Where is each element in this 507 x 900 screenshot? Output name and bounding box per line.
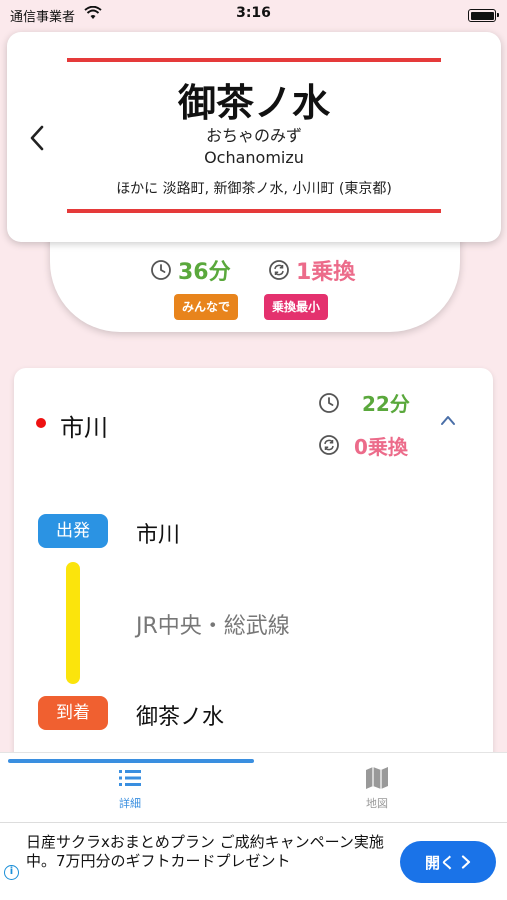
chevron-right-icon bbox=[461, 855, 471, 869]
tab-details[interactable]: 詳細 bbox=[70, 765, 190, 811]
origin-station: 市川 bbox=[60, 414, 108, 442]
list-icon bbox=[119, 770, 141, 786]
route-duration: 22分 bbox=[362, 392, 410, 416]
summary-transfer-count: 1乗換 bbox=[296, 260, 356, 285]
tab-details-label: 詳細 bbox=[119, 797, 141, 810]
transfer-icon bbox=[319, 435, 339, 455]
status-bar: 通信事業者 3:16 bbox=[0, 0, 507, 30]
arrive-tag: 到着 bbox=[38, 696, 108, 730]
summary-duration: 36分 bbox=[178, 260, 231, 285]
arrive-station: 御茶ノ水 bbox=[136, 705, 225, 730]
ad-text: 日産サクラxおまとめプラン ご成約キャンペーン実施中。7万円分のギフトカードプレ… bbox=[26, 833, 384, 870]
battery-icon bbox=[468, 9, 499, 22]
chevron-up-icon[interactable] bbox=[440, 414, 456, 426]
station-sign-top-line bbox=[67, 58, 441, 62]
transfer-icon bbox=[269, 260, 289, 280]
station-other-names: ほかに 淡路町, 新御茶ノ水, 小川町 (東京都) bbox=[116, 181, 392, 197]
station-name: 御茶ノ水 bbox=[177, 81, 330, 125]
ad-open-button[interactable]: 開く bbox=[400, 841, 496, 883]
ad-open-label: 開く bbox=[424, 853, 455, 872]
tab-bar: 詳細 地図 bbox=[0, 752, 507, 822]
station-sign-bottom-line bbox=[67, 209, 441, 213]
depart-station: 市川 bbox=[136, 523, 181, 548]
badge-fewest-transfers: 乗換最小 bbox=[264, 294, 329, 320]
badge-popular: みんなで bbox=[174, 294, 239, 320]
ad-info-icon[interactable]: i bbox=[4, 865, 19, 880]
origin-dot bbox=[36, 418, 46, 428]
route-summary: 36分 1乗換 みんなで 乗換最小 bbox=[50, 228, 460, 332]
tab-map-label: 地図 bbox=[366, 797, 388, 810]
line-name: JR中央・総武線 bbox=[136, 614, 290, 639]
station-kana: おちゃのみず bbox=[205, 126, 302, 145]
summary-transfers: 1乗換 bbox=[268, 254, 355, 286]
route-transfer-count: 0乗換 bbox=[354, 435, 408, 459]
station-romaji: Ochanomizu bbox=[204, 148, 304, 167]
clock-icon bbox=[151, 260, 171, 280]
ad-banner[interactable]: i 日産サクラxおまとめプラン ご成約キャンペーン実施中。7万円分のギフトカード… bbox=[0, 822, 507, 900]
summary-time: 36分 bbox=[150, 254, 231, 286]
clock-icon bbox=[319, 393, 339, 413]
station-header: 御茶ノ水 おちゃのみず Ochanomizu ほかに 淡路町, 新御茶ノ水, 小… bbox=[7, 32, 501, 242]
tab-indicator bbox=[8, 759, 254, 763]
status-time: 3:16 bbox=[236, 5, 271, 21]
route-card[interactable]: 市川 22分 0乗換 出発 市川 JR中央・総武線 到着 御茶ノ水 bbox=[14, 368, 493, 768]
map-icon bbox=[366, 767, 388, 789]
depart-tag: 出発 bbox=[38, 514, 108, 548]
line-color-bar bbox=[66, 562, 80, 684]
tab-map[interactable]: 地図 bbox=[317, 765, 437, 811]
